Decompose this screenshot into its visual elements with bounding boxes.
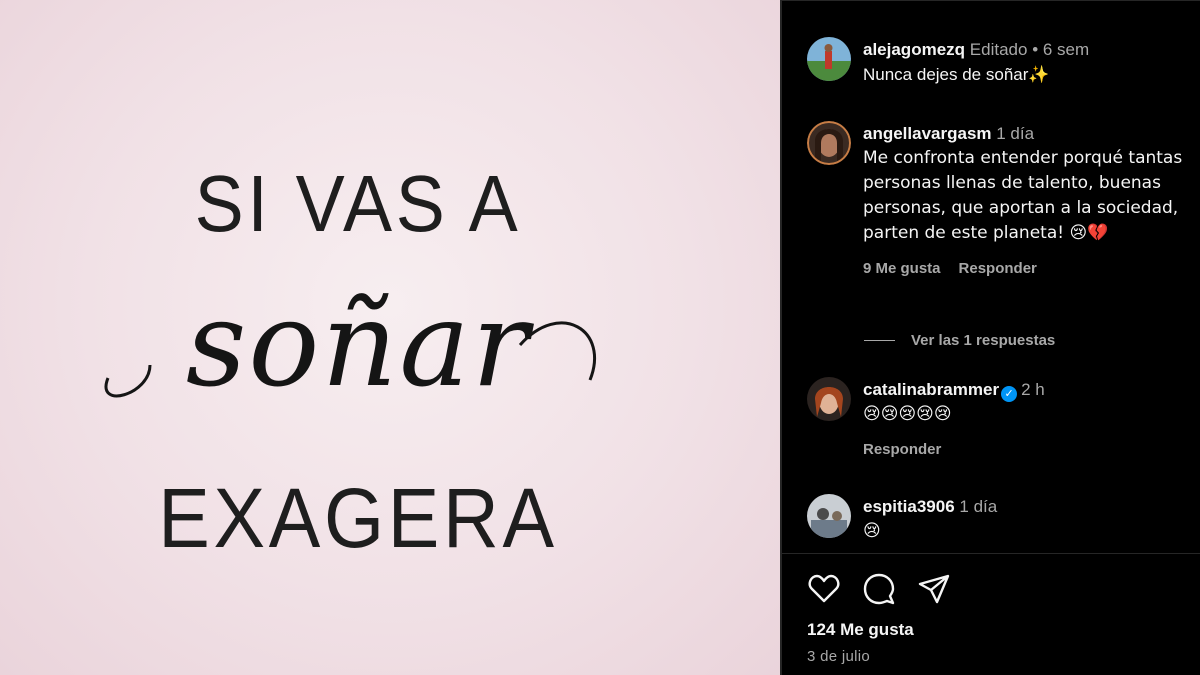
comment-text: 😢😢😢😢😢 <box>863 404 952 424</box>
comments-panel: alejagomezq Editado • 6 sem Nunca dejes … <box>782 0 1200 675</box>
post-date[interactable]: 3 de julio <box>807 648 870 665</box>
comment-body: angellavargasm 1 día Me confronta entend… <box>863 121 1194 281</box>
comment-username[interactable]: catalinabrammer <box>863 380 999 399</box>
caption-body: alejagomezq Editado • 6 sem Nunca dejes … <box>863 37 1194 87</box>
section-separator <box>782 553 1200 554</box>
comment-icon[interactable] <box>862 572 896 606</box>
likes-count[interactable]: 124 Me gusta <box>807 620 914 640</box>
caption-text: Nunca dejes de soñar✨ <box>863 65 1050 84</box>
view-replies-label: Ver las 1 respuestas <box>911 332 1056 349</box>
comment-username[interactable]: espitia3906 <box>863 497 955 516</box>
comment-text: Me confronta entender porqué tantas pers… <box>863 148 1183 243</box>
quote-line-1: SI VAS A <box>194 159 522 248</box>
caption-edited: Editado <box>969 40 1028 59</box>
quote-line-2-script: soñar <box>185 275 531 413</box>
comment-text: 😢 <box>863 521 881 541</box>
caption-username[interactable]: alejagomezq <box>863 40 965 59</box>
comment-likes[interactable]: 9 Me gusta <box>863 256 941 281</box>
caption-separator: • <box>1032 40 1039 59</box>
avatar[interactable] <box>807 377 851 421</box>
comment-username[interactable]: angellavargasm <box>863 124 992 143</box>
avatar[interactable] <box>807 37 851 81</box>
avatar[interactable] <box>807 121 851 165</box>
top-border <box>782 0 1200 1</box>
replies-line <box>864 340 895 341</box>
heart-icon[interactable] <box>807 572 841 606</box>
quote-line-3: EXAGERA <box>158 471 558 565</box>
verified-badge-icon: ✓ <box>1001 386 1018 402</box>
action-bar <box>807 572 951 606</box>
comment-body: espitia3906 1 día 😢 <box>863 494 1194 544</box>
reply-button[interactable]: Responder <box>959 256 1037 281</box>
caption-time[interactable]: 6 sem <box>1043 40 1089 59</box>
comment-time[interactable]: 1 día <box>959 497 997 516</box>
share-icon[interactable] <box>917 572 951 606</box>
comment-time[interactable]: 2 h <box>1021 380 1045 399</box>
reply-button[interactable]: Responder <box>863 437 941 462</box>
comment-time[interactable]: 1 día <box>996 124 1034 143</box>
post-image: SI VAS A soñar EXAGERA <box>0 0 780 675</box>
view-replies-button[interactable]: Ver las 1 respuestas <box>864 332 1055 349</box>
comment-body: catalinabrammer ✓ 2 h 😢😢😢😢😢 Responder <box>863 377 1194 462</box>
avatar[interactable] <box>807 494 851 538</box>
